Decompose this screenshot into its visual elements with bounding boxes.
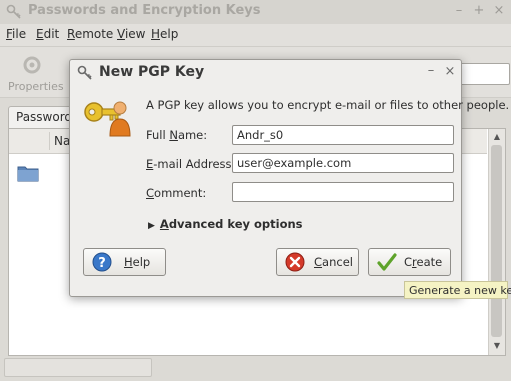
- menu-remote[interactable]: Remote: [67, 27, 113, 41]
- main-window-title: Passwords and Encryption Keys: [28, 3, 261, 18]
- key-icon: [6, 4, 21, 19]
- help-icon: ?: [92, 252, 112, 272]
- cancel-button-label: Cancel: [314, 255, 353, 269]
- help-button-label: Help: [124, 255, 151, 269]
- minimize-icon[interactable]: –: [452, 4, 466, 18]
- scrollbar-thumb[interactable]: [491, 145, 502, 337]
- email-label: E-mail Address:: [146, 157, 236, 171]
- key-icon: [77, 65, 92, 80]
- menubar: File Edit Remote View Help: [0, 24, 511, 47]
- menu-help[interactable]: Help: [151, 27, 178, 41]
- menu-view[interactable]: View: [117, 27, 145, 41]
- create-button-label: Create: [404, 255, 443, 269]
- column-divider: [49, 132, 50, 150]
- menu-file[interactable]: File: [6, 27, 26, 41]
- column-name-label: Na: [54, 134, 71, 148]
- scroll-up-icon[interactable]: ▲: [492, 132, 502, 142]
- create-button[interactable]: Create: [368, 248, 451, 276]
- advanced-key-options-label: Advanced key options: [159, 217, 303, 231]
- advanced-key-options-expander[interactable]: ▶ Advanced key options: [148, 217, 303, 231]
- properties-button[interactable]: Properties: [8, 80, 64, 93]
- expander-arrow-icon: ▶: [148, 221, 155, 231]
- create-tooltip: Generate a new key: [404, 281, 511, 299]
- vertical-scrollbar[interactable]: ▲ ▼: [488, 129, 505, 355]
- dialog-close-icon[interactable]: ×: [443, 65, 457, 79]
- key-person-icon: [84, 101, 131, 137]
- dialog-titlebar: New PGP Key – ×: [70, 60, 461, 86]
- help-button[interactable]: ? Help: [83, 248, 166, 276]
- properties-icon: [23, 56, 41, 74]
- tab-passwords[interactable]: Passwords: [8, 106, 78, 129]
- comment-label: Comment:: [146, 186, 207, 200]
- menu-edit[interactable]: Edit: [36, 27, 59, 41]
- dialog-title: New PGP Key: [99, 64, 205, 80]
- dialog-minimize-icon[interactable]: –: [424, 64, 438, 79]
- scroll-down-icon[interactable]: ▼: [492, 341, 502, 351]
- close-icon[interactable]: ×: [492, 4, 506, 18]
- cancel-icon: [285, 252, 305, 272]
- status-bar: [4, 358, 152, 377]
- full-name-label: Full Name:: [146, 128, 208, 142]
- checkmark-icon: [377, 253, 397, 271]
- folder-icon: [17, 166, 39, 182]
- new-pgp-key-dialog: New PGP Key – × A PGP key allows you to …: [69, 59, 509, 297]
- svg-text:?: ?: [98, 256, 106, 271]
- maximize-icon[interactable]: +: [472, 4, 486, 18]
- comment-input[interactable]: [232, 182, 454, 202]
- cancel-button[interactable]: Cancel: [276, 248, 359, 276]
- email-input[interactable]: [232, 153, 454, 173]
- dialog-intro-text: A PGP key allows you to encrypt e-mail o…: [146, 98, 510, 112]
- full-name-input[interactable]: [232, 125, 454, 145]
- main-titlebar: Passwords and Encryption Keys – + ×: [0, 0, 511, 24]
